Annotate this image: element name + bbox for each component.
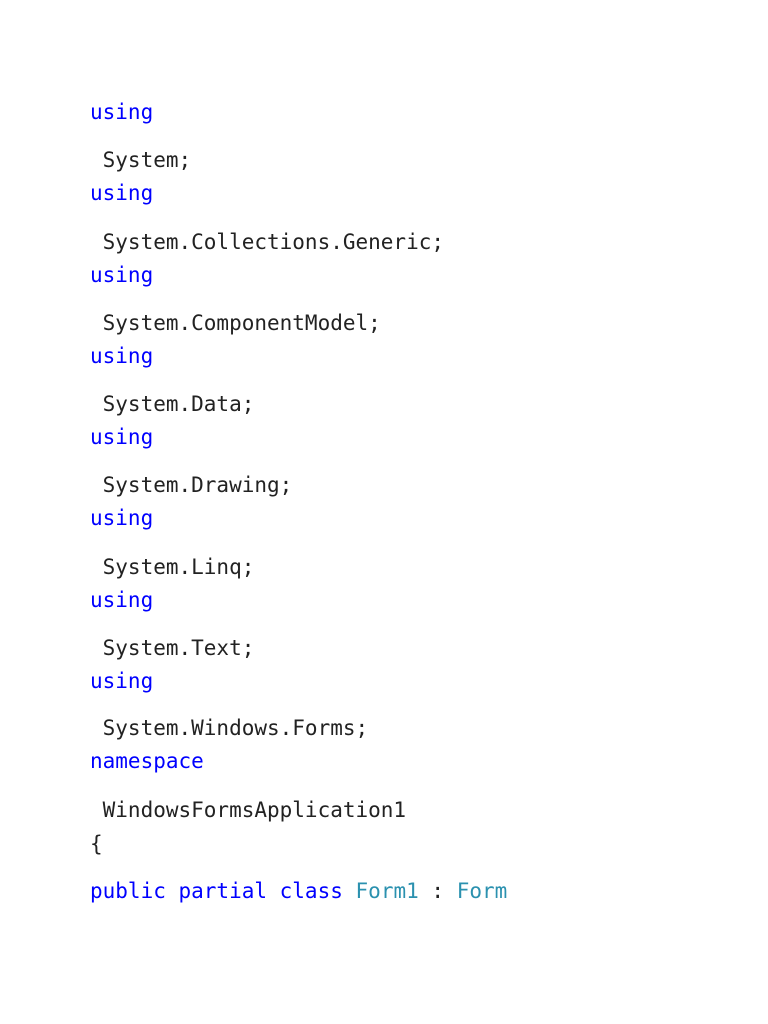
namespace-drawing: System.Drawing; xyxy=(90,473,293,497)
namespace-data: System.Data; xyxy=(90,392,255,416)
keyword-using-8: using xyxy=(90,669,154,693)
class-name: Form1 xyxy=(355,879,419,903)
namespace-componentmodel: System.ComponentModel; xyxy=(90,311,381,335)
namespace-system: System; xyxy=(90,148,192,172)
keyword-using-6: using xyxy=(90,506,154,530)
keyword-using-7: using xyxy=(90,588,154,612)
class-separator: : xyxy=(418,879,457,903)
keyword-namespace: namespace xyxy=(90,749,204,773)
namespace-name: WindowsFormsApplication1 xyxy=(90,798,407,822)
class-base: Form xyxy=(456,879,508,903)
class-modifiers: public partial class xyxy=(90,879,343,903)
class-declaration: public partial class Form1 : Form xyxy=(90,878,507,904)
namespace-collections-generic: System.Collections.Generic; xyxy=(90,230,445,254)
keyword-using-2: using xyxy=(90,181,154,205)
keyword-using-1: using xyxy=(90,100,154,124)
keyword-using-4: using xyxy=(90,344,154,368)
namespace-linq: System.Linq; xyxy=(90,555,255,579)
namespace-windows-forms: System.Windows.Forms; xyxy=(90,716,369,740)
namespace-text: System.Text; xyxy=(90,636,255,660)
brace-open: { xyxy=(90,832,103,856)
keyword-using-3: using xyxy=(90,263,154,287)
document-page: using System; using System.Collections.G… xyxy=(0,0,768,1024)
keyword-using-5: using xyxy=(90,425,154,449)
